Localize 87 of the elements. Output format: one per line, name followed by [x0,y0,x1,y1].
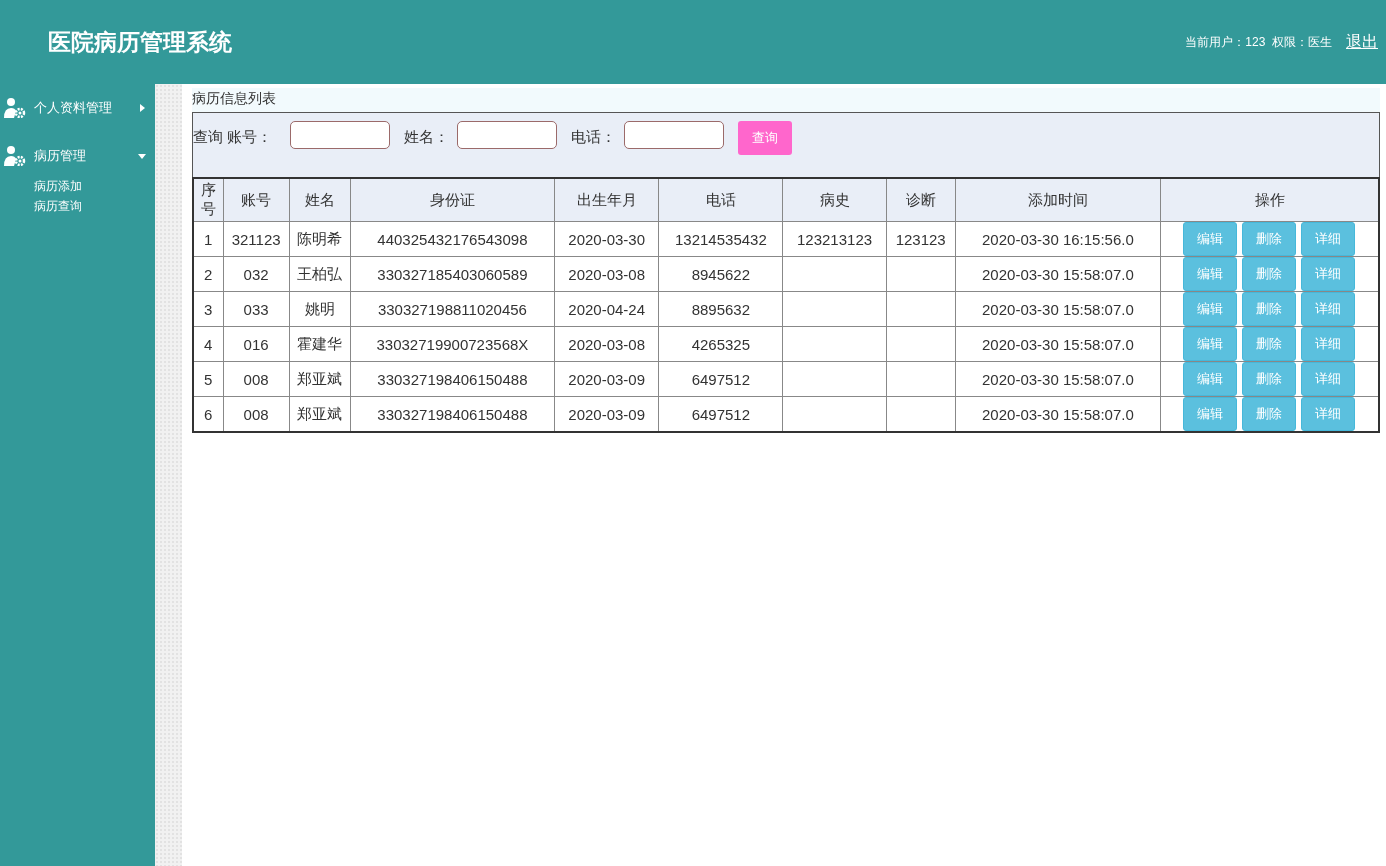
table-cell: 2020-03-08 [554,326,659,362]
column-header: 身份证 [350,178,555,222]
table-cell: 2020-03-30 15:58:07.0 [955,256,1161,292]
column-header: 添加时间 [955,178,1161,222]
table-cell: 330327185403060589 [350,256,555,292]
user-settings-icon [4,146,26,166]
table-cell: 郑亚斌 [289,361,351,397]
sidebar-group[interactable]: 个人资料管理 [34,99,129,117]
column-header: 出生年月 [554,178,659,222]
column-header: 序号 [193,178,224,222]
sidebar-group[interactable]: 病历管理 [34,147,129,165]
table-cell: 8945622 [658,256,783,292]
table-cell: 2020-03-30 16:15:56.0 [955,221,1161,257]
column-header: 操作 [1160,178,1379,222]
table-cell [886,291,956,327]
table-cell: 440325432176543098 [350,221,555,257]
table-cell: 2 [193,256,224,292]
table-cell [886,326,956,362]
field-label: 电话： [571,128,616,147]
action-button[interactable]: 详细 [1301,222,1356,256]
sidebar-item[interactable]: 病历查询 [34,196,155,216]
user-info: 当前用户：123 权限：医生 [1185,33,1332,51]
table-cell: 5 [193,361,224,397]
table-cell: 33032719900723568X [350,326,555,362]
action-button[interactable]: 编辑 [1183,362,1238,396]
table-cell: 陈明希 [289,221,351,257]
action-button[interactable]: 详细 [1301,397,1356,431]
action-button[interactable]: 删除 [1242,397,1297,431]
column-header: 姓名 [289,178,351,222]
action-button[interactable]: 编辑 [1183,327,1238,361]
table-cell: 6497512 [658,361,783,397]
field-label: 姓名： [404,128,449,147]
column-header: 诊断 [886,178,956,222]
sidebar-item[interactable]: 病历添加 [34,176,155,196]
table-cell: 123213123 [782,221,887,257]
field-label: 账号： [227,128,272,147]
action-button[interactable]: 编辑 [1183,257,1238,291]
action-button[interactable]: 删除 [1242,362,1297,396]
table-cell: 330327198406150488 [350,361,555,397]
table-cell: 2020-04-24 [554,291,659,327]
search-button[interactable]: 查询 [738,121,792,155]
table-cell: 4265325 [658,326,783,362]
table-cell: 霍建华 [289,326,351,362]
table-cell: 2020-03-30 15:58:07.0 [955,291,1161,327]
column-header: 病史 [782,178,887,222]
table-cell: 123123 [886,221,956,257]
user-settings-icon [4,98,26,118]
table-cell: 330327198811020456 [350,291,555,327]
table-cell: 王柏弘 [289,256,351,292]
action-button[interactable]: 详细 [1301,257,1356,291]
table-cell: 2020-03-30 [554,221,659,257]
table-cell: 033 [223,291,290,327]
action-button[interactable]: 删除 [1242,292,1297,326]
action-button[interactable]: 编辑 [1183,292,1238,326]
table-cell: 姚明 [289,291,351,327]
table-cell: 016 [223,326,290,362]
table-cell [886,361,956,397]
action-button[interactable]: 详细 [1301,292,1356,326]
table-cell: 2020-03-08 [554,256,659,292]
table-cell [886,256,956,292]
table-cell: 008 [223,361,290,397]
column-header: 电话 [658,178,783,222]
input-field[interactable] [624,121,724,149]
table-cell: 032 [223,256,290,292]
table-cell: 13214535432 [658,221,783,257]
action-button[interactable]: 编辑 [1183,222,1238,256]
panel-title: 病历信息列表 [192,88,1380,112]
table-cell: 321123 [223,221,290,257]
action-button[interactable]: 删除 [1242,327,1297,361]
input-field[interactable] [457,121,557,149]
table-cell: 2020-03-09 [554,361,659,397]
app-title: 医院病历管理系统 [48,26,232,57]
action-button[interactable]: 删除 [1242,257,1297,291]
action-button[interactable]: 编辑 [1183,397,1238,431]
table-cell: 2020-03-30 15:58:07.0 [955,361,1161,397]
logout-link[interactable]: 退出 [1346,31,1378,53]
action-button[interactable]: 详细 [1301,327,1356,361]
table-cell: 3 [193,291,224,327]
table-cell: 8895632 [658,291,783,327]
column-header: 账号 [223,178,290,222]
input-field[interactable] [290,121,390,149]
table-cell: 4 [193,326,224,362]
table-cell: 2020-03-30 15:58:07.0 [955,326,1161,362]
search-label: 查询 [193,128,223,147]
table-cell: 1 [193,221,224,257]
action-button[interactable]: 删除 [1242,222,1297,256]
action-button[interactable]: 详细 [1301,362,1356,396]
